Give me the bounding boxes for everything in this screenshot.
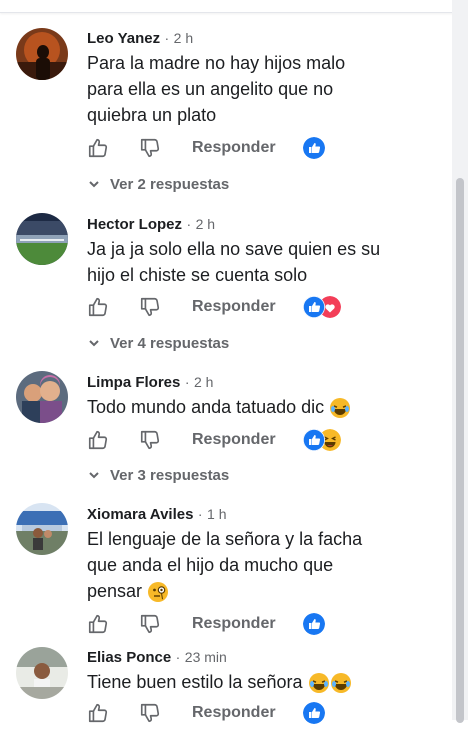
view-replies-link[interactable]: Ver 3 respuestas: [88, 467, 229, 484]
reply-button[interactable]: Responder: [192, 615, 276, 633]
author-name[interactable]: Leo Yanez: [87, 30, 160, 47]
top-edge-bar: [0, 0, 468, 13]
timestamp[interactable]: 2 h: [194, 374, 213, 390]
comment-text: Para la madre no hay hijos malo para ell…: [87, 53, 346, 125]
avatar[interactable]: [16, 503, 68, 555]
timestamp[interactable]: 23 min: [185, 649, 227, 665]
thumbs-up-outline-icon[interactable]: [87, 702, 109, 726]
comment-body: Xiomara Aviles · 1 h El lenguaje de la s…: [87, 506, 440, 604]
comment-text: Todo mundo anda tatuado dic: [87, 394, 440, 420]
comment-actions: Responder: [87, 429, 437, 455]
author-name[interactable]: Xiomara Aviles: [87, 506, 193, 523]
timestamp[interactable]: 2 h: [174, 30, 193, 46]
view-replies-link[interactable]: Ver 2 respuestas: [88, 176, 229, 193]
comment-body: Elias Ponce · 23 min Tiene buen estilo l…: [87, 649, 440, 695]
reply-button[interactable]: Responder: [192, 431, 276, 449]
separator-dot: ·: [184, 374, 190, 390]
comment-text: Tiene buen estilo la señora: [87, 669, 440, 695]
laughing-tears-emoji-icon: [308, 673, 329, 694]
timestamp[interactable]: 1 h: [207, 506, 226, 522]
like-reaction-icon: [303, 137, 325, 159]
chevron-down-icon: [88, 467, 102, 484]
view-replies-link[interactable]: Ver 4 respuestas: [88, 335, 229, 352]
scrollbar-thumb[interactable]: [456, 178, 464, 723]
avatar[interactable]: [16, 213, 68, 265]
author-name[interactable]: Elias Ponce: [87, 649, 171, 666]
thumbs-up-outline-icon[interactable]: [87, 613, 109, 637]
thumbs-down-outline-icon[interactable]: [139, 702, 161, 726]
separator-dot: ·: [164, 30, 170, 46]
like-reaction-icon: [303, 429, 325, 451]
separator-dot: ·: [175, 649, 181, 665]
like-reaction-icon: [303, 613, 325, 635]
thumbs-down-outline-icon[interactable]: [139, 137, 161, 161]
face-with-monocle-emoji-icon: [148, 582, 169, 603]
comment-text: Ja ja ja solo ella no save quien es su h…: [87, 239, 381, 285]
like-reaction-icon: [303, 702, 325, 724]
thumbs-up-outline-icon[interactable]: [87, 296, 109, 320]
reply-button[interactable]: Responder: [192, 704, 276, 722]
reply-button[interactable]: Responder: [192, 298, 276, 316]
comment-body: Leo Yanez · 2 h Para la madre no hay hij…: [87, 30, 440, 128]
comment-actions: Responder: [87, 613, 437, 639]
like-reaction-icon: [303, 296, 325, 318]
comment-actions: Responder: [87, 137, 437, 163]
thumbs-up-outline-icon[interactable]: [87, 137, 109, 161]
avatar[interactable]: [16, 647, 68, 699]
comment-text: El lenguaje de la señora y la facha que …: [87, 526, 440, 604]
laughing-tears-emoji-icon: [330, 398, 351, 419]
separator-dot: ·: [197, 506, 203, 522]
thumbs-down-outline-icon[interactable]: [139, 429, 161, 453]
chevron-down-icon: [88, 335, 102, 352]
timestamp[interactable]: 2 h: [196, 216, 215, 232]
comment-body: Limpa Flores · 2 h Todo mundo anda tatua…: [87, 374, 440, 420]
thumbs-down-outline-icon[interactable]: [139, 613, 161, 637]
avatar[interactable]: [16, 28, 68, 80]
avatar[interactable]: [16, 371, 68, 423]
laughing-tears-emoji-icon: [330, 673, 351, 694]
vertical-scrollbar[interactable]: [452, 0, 468, 723]
reply-button[interactable]: Responder: [192, 139, 276, 157]
comment-actions: Responder: [87, 296, 437, 322]
thumbs-up-outline-icon[interactable]: [87, 429, 109, 453]
author-name[interactable]: Hector Lopez: [87, 216, 182, 233]
comment-actions: Responder: [87, 702, 437, 728]
thumbs-down-outline-icon[interactable]: [139, 296, 161, 320]
separator-dot: ·: [186, 216, 192, 232]
chevron-down-icon: [88, 176, 102, 193]
comment-body: Hector Lopez · 2 h Ja ja ja solo ella no…: [87, 216, 440, 288]
author-name[interactable]: Limpa Flores: [87, 374, 180, 391]
